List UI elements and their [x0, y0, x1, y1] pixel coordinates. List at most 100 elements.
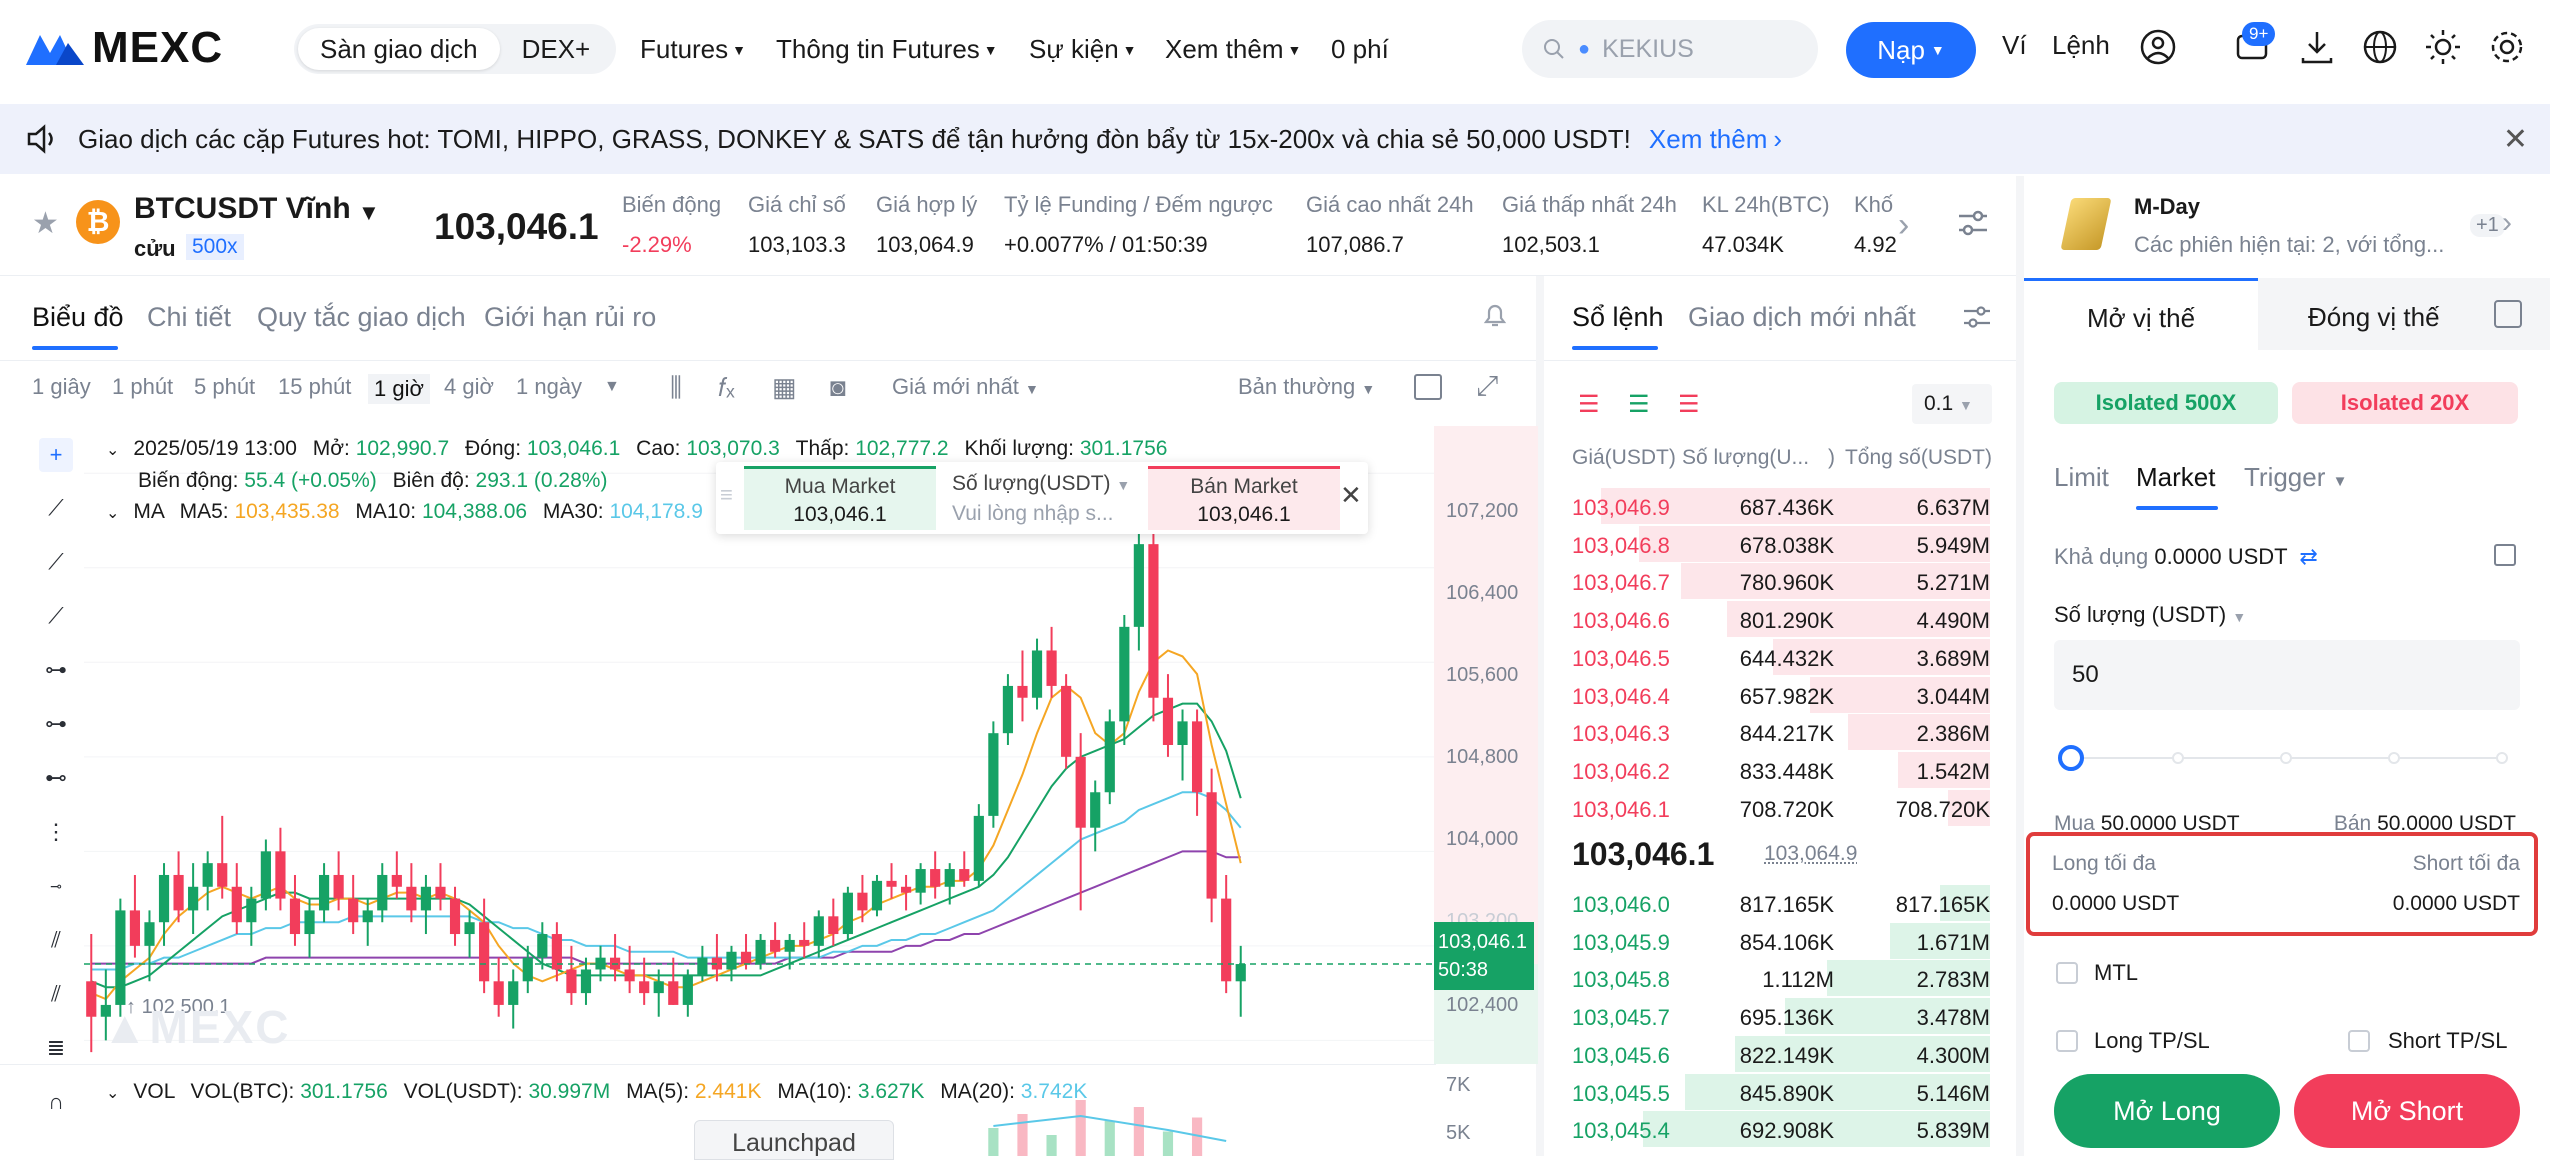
bell-icon[interactable] — [1480, 300, 1510, 330]
horizontal-ray-icon[interactable]: ⊶ — [42, 710, 70, 738]
nav-more[interactable]: Xem thêm ▼ — [1165, 34, 1301, 65]
ray-line-icon[interactable]: ⟋ — [42, 548, 70, 576]
slider-tick[interactable] — [2280, 752, 2292, 764]
transfer-icon[interactable]: ⇄ — [2299, 544, 2317, 569]
drag-handle-icon[interactable]: ≡ — [720, 482, 733, 508]
long-tpsl-checkbox[interactable] — [2056, 1030, 2078, 1052]
chevron-right-icon[interactable]: › — [1898, 206, 1909, 245]
quick-sell-button[interactable]: Bán Market 103,046.1 — [1148, 466, 1340, 530]
quick-qty-select[interactable]: Số lượng(USDT) ▼ — [952, 472, 1130, 496]
interval-0[interactable]: 1 giây — [32, 374, 91, 400]
chevron-down-icon[interactable]: ⌄ — [106, 505, 119, 522]
vertical-line-icon[interactable]: ⋮ — [42, 818, 70, 846]
magnet-icon[interactable]: ∩ — [42, 1088, 70, 1116]
price-line-icon[interactable]: ⊸ — [42, 872, 70, 900]
quantity-input[interactable]: 50 — [2054, 640, 2520, 710]
camera-icon[interactable]: ◙ — [830, 372, 846, 403]
interval-2[interactable]: 5 phút — [194, 374, 255, 400]
mexc-logo[interactable]: MEXC — [26, 23, 223, 72]
calculator-icon[interactable] — [2494, 544, 2516, 566]
tab-recent-trades[interactable]: Giao dịch mới nhất — [1688, 302, 1916, 333]
wallet-link[interactable]: Ví — [2002, 30, 2027, 61]
settings-gear-icon[interactable] — [2488, 28, 2526, 66]
ask-row[interactable]: 103,046.6 801.290K 4.490M — [1572, 600, 1990, 638]
horizontal-segment-icon[interactable]: ⊷ — [42, 764, 70, 792]
close-icon[interactable]: ✕ — [1340, 480, 1362, 511]
view-asks-icon[interactable]: ☰ — [1678, 390, 1700, 419]
banner-link[interactable]: Xem thêm — [1649, 124, 1768, 155]
price-chart[interactable] — [84, 426, 1538, 1156]
tab-risk-limit[interactable]: Giới hạn rủi ro — [484, 302, 656, 333]
chevron-down-icon[interactable]: ▼ — [604, 378, 620, 396]
horizontal-line-icon[interactable]: ⊶ — [42, 656, 70, 684]
ask-row[interactable]: 103,046.8 678.038K 5.949M — [1572, 525, 1990, 563]
download-icon[interactable] — [2298, 28, 2336, 66]
bid-row[interactable]: 103,046.0 817.165K 817.165K — [1572, 884, 1990, 922]
extended-line-icon[interactable]: ⟋ — [42, 602, 70, 630]
view-select[interactable]: Bản thường ▼ — [1238, 374, 1375, 400]
favorite-star-icon[interactable]: ★ — [32, 206, 59, 241]
interval-6[interactable]: 1 ngày — [516, 374, 582, 400]
interval-5[interactable]: 4 giờ — [444, 374, 494, 400]
chevron-down-icon[interactable]: ▼ — [358, 200, 380, 226]
tab-trading-rules[interactable]: Quy tắc giao dịch — [257, 302, 466, 333]
ask-row[interactable]: 103,046.9 687.436K 6.637M — [1572, 487, 1990, 525]
indicator-fx-icon[interactable]: 𝑓ₓ — [718, 372, 735, 404]
parallel-channel-icon[interactable]: ⫽ — [42, 926, 70, 954]
bid-row[interactable]: 103,045.9 854.106K 1.671M — [1572, 922, 1990, 960]
interval-1[interactable]: 1 phút — [112, 374, 173, 400]
search-input[interactable]: ● KEKIUS — [1522, 20, 1818, 78]
open-short-button[interactable]: Mở Short — [2294, 1074, 2520, 1148]
trendline-icon[interactable]: ⟋ — [42, 494, 70, 522]
ask-row[interactable]: 103,046.7 780.960K 5.271M — [1572, 562, 1990, 600]
tab-exchange[interactable]: Sàn giao dịch — [298, 28, 500, 70]
ask-row[interactable]: 103,046.3 844.217K 2.386M — [1572, 713, 1990, 751]
slider-handle[interactable] — [2058, 745, 2084, 771]
tab-chart[interactable]: Biểu đồ — [32, 302, 124, 333]
calculator-icon[interactable] — [2494, 300, 2522, 328]
order-type-limit[interactable]: Limit — [2054, 462, 2109, 493]
ask-row[interactable]: 103,046.5 644.432K 3.689M — [1572, 638, 1990, 676]
layout-grid-icon[interactable]: ▦ — [772, 372, 797, 403]
nav-futures[interactable]: Futures ▼ — [640, 34, 746, 65]
order-type-trigger[interactable]: Trigger ▼ — [2244, 462, 2347, 493]
ask-row[interactable]: 103,046.2 833.448K 1.542M — [1572, 751, 1990, 789]
window-icon[interactable] — [1414, 374, 1442, 400]
margin-mode-long-button[interactable]: Isolated 500X — [2054, 382, 2278, 424]
order-type-market[interactable]: Market — [2136, 462, 2215, 493]
slider-tick[interactable] — [2172, 752, 2184, 764]
bid-row[interactable]: 103,045.7 695.136K 3.478M — [1572, 997, 1990, 1035]
mtl-checkbox[interactable] — [2056, 962, 2078, 984]
tab-details[interactable]: Chi tiết — [147, 302, 231, 333]
slider-tick[interactable] — [2388, 752, 2400, 764]
chevron-down-icon[interactable]: ⌄ — [106, 1085, 119, 1102]
margin-mode-short-button[interactable]: Isolated 20X — [2292, 382, 2518, 424]
qty-unit-select[interactable]: Số lượng (USDT) ▼ — [2054, 602, 2246, 628]
orderbook-settings-icon[interactable] — [1962, 302, 1992, 332]
ask-row[interactable]: 103,046.4 657.982K 3.044M — [1572, 676, 1990, 714]
precision-select[interactable]: 0.1 ▼ — [1912, 384, 1992, 424]
user-icon[interactable] — [2139, 28, 2177, 66]
fullscreen-icon[interactable]: ⤢ — [1476, 370, 1498, 403]
deposit-button[interactable]: Nạp ▼ — [1846, 22, 1976, 78]
tab-open-position[interactable]: Mở vị thế — [2024, 278, 2258, 350]
launchpad-tab[interactable]: Launchpad — [694, 1120, 894, 1160]
bid-row[interactable]: 103,045.6 822.149K 4.300M — [1572, 1035, 1990, 1073]
nav-zero-fee[interactable]: 0 phí — [1331, 34, 1389, 65]
bid-row[interactable]: 103,045.4 692.908K 5.839M — [1572, 1110, 1990, 1148]
orders-link[interactable]: Lệnh — [2052, 30, 2110, 61]
candle-type-icon[interactable]: ⫼ — [670, 372, 682, 404]
view-bids-icon[interactable]: ☰ — [1628, 390, 1650, 419]
open-long-button[interactable]: Mở Long — [2054, 1074, 2280, 1148]
theme-sun-icon[interactable] — [2424, 28, 2462, 66]
fibonacci-icon[interactable]: ≣ — [42, 1034, 70, 1062]
view-both-icon[interactable]: ☰ — [1578, 390, 1600, 419]
slider-tick[interactable] — [2496, 752, 2508, 764]
globe-icon[interactable] — [2361, 28, 2399, 66]
ask-row[interactable]: 103,046.1 708.720K 708.720K — [1572, 789, 1990, 827]
interval-3[interactable]: 15 phút — [278, 374, 351, 400]
interval-4[interactable]: 1 giờ — [368, 374, 430, 404]
bid-row[interactable]: 103,045.5 845.890K 5.146M — [1572, 1073, 1990, 1111]
short-tpsl-checkbox[interactable] — [2348, 1030, 2370, 1052]
promo-card[interactable]: M-Day Các phiên hiện tại: 2, với tổng...… — [2024, 176, 2550, 276]
